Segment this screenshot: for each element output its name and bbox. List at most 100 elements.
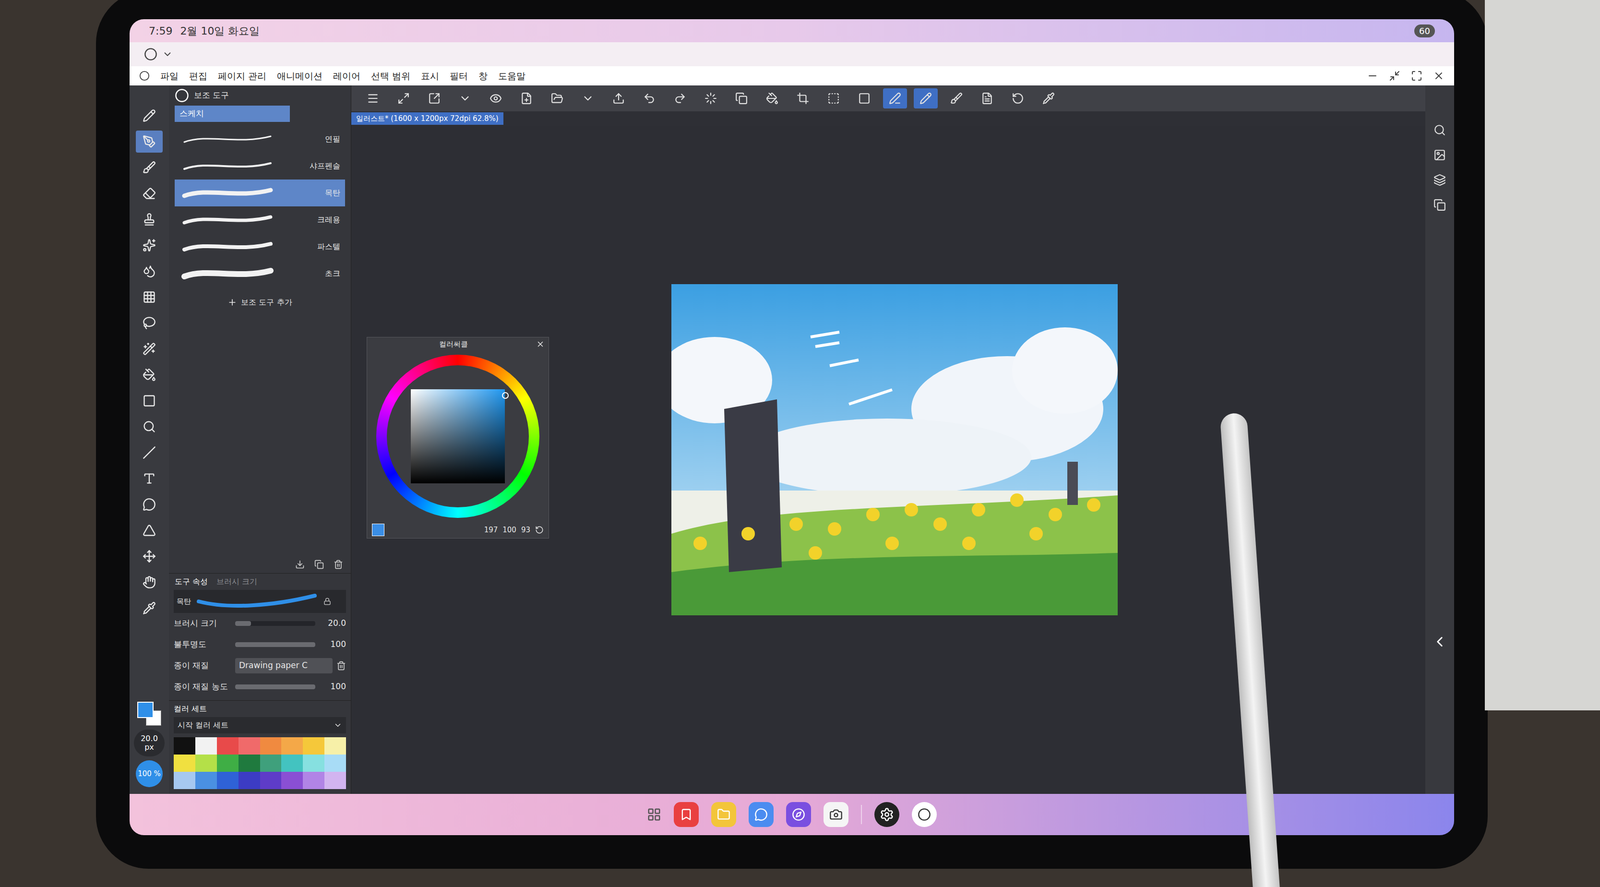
tool-button[interactable] — [135, 337, 163, 360]
color-swatch[interactable] — [195, 754, 217, 772]
color-swatch[interactable] — [302, 737, 325, 755]
toolbar-button[interactable] — [545, 88, 570, 109]
property-field[interactable]: Drawing paper C — [235, 657, 333, 674]
tool-button[interactable] — [135, 441, 163, 464]
menu-item[interactable]: 창 — [478, 69, 488, 84]
sub-tool-item[interactable]: 목탄 — [174, 179, 346, 207]
menu-item[interactable]: 편집 — [189, 69, 208, 84]
sub-tool-item[interactable]: 샤프펜슬 — [174, 152, 346, 180]
app-icon[interactable] — [673, 801, 699, 827]
close-icon[interactable] — [536, 339, 545, 349]
property-slider[interactable] — [235, 684, 316, 690]
picker-dot[interactable] — [501, 392, 509, 399]
toolbar-button[interactable] — [913, 88, 938, 109]
tool-button[interactable] — [135, 311, 163, 335]
saturation-square[interactable] — [410, 389, 505, 484]
app-logo-icon[interactable] — [143, 47, 158, 61]
color-chips[interactable] — [137, 701, 162, 726]
color-swatch[interactable] — [173, 771, 196, 789]
color-set-select[interactable]: 시작 컬러 세트 — [173, 716, 347, 734]
tool-button[interactable] — [135, 467, 163, 490]
layer-icon[interactable] — [1433, 173, 1446, 187]
menu-item[interactable]: 도움말 — [498, 69, 526, 84]
menu-item[interactable]: 선택 범위 — [370, 69, 411, 84]
toolbar-button[interactable] — [1005, 88, 1030, 109]
toolbar-button[interactable] — [575, 88, 600, 109]
toolbar-button[interactable] — [391, 88, 416, 109]
image-icon[interactable] — [1433, 148, 1446, 162]
menu-item[interactable]: 애니메이션 — [276, 69, 323, 84]
opacity-status[interactable]: 100 % — [135, 760, 163, 788]
download-icon[interactable] — [295, 559, 305, 570]
toolbar-button[interactable] — [637, 88, 662, 109]
toolbar-button[interactable] — [422, 88, 447, 109]
color-swatch[interactable] — [238, 737, 261, 755]
color-swatch[interactable] — [302, 754, 325, 772]
current-color[interactable] — [371, 523, 385, 537]
color-swatch[interactable] — [238, 771, 261, 789]
color-swatch[interactable] — [173, 754, 196, 772]
toolbar-button[interactable] — [944, 88, 969, 109]
tool-button[interactable] — [135, 104, 163, 127]
color-swatch[interactable] — [281, 737, 303, 755]
tool-button[interactable] — [135, 182, 163, 205]
toolbar-button[interactable] — [790, 88, 815, 109]
color-swatch[interactable] — [195, 771, 217, 789]
property-slider[interactable] — [235, 642, 316, 647]
panel-tab[interactable]: 도구 속성 — [174, 575, 208, 588]
property-row[interactable]: 브러시 크기20.0 — [168, 612, 351, 634]
color-swatch[interactable] — [216, 737, 239, 755]
lock-icon[interactable] — [323, 597, 332, 606]
tool-button[interactable] — [135, 519, 163, 542]
tool-button[interactable] — [135, 597, 163, 620]
sub-tool-group-tab[interactable]: 스케치 — [174, 105, 290, 122]
color-swatch[interactable] — [216, 771, 239, 789]
tool-button[interactable] — [135, 545, 163, 568]
toolbar-button[interactable] — [883, 88, 908, 109]
app-icon[interactable] — [874, 801, 900, 827]
toolbar-button[interactable] — [1036, 88, 1061, 109]
trash-icon[interactable] — [333, 559, 344, 570]
sub-tool-item[interactable]: 파스텔 — [174, 233, 346, 261]
toolbar-button[interactable] — [698, 88, 723, 109]
canvas-tab[interactable]: 일러스트* (1600 x 1200px 72dpi 62.8%) — [351, 112, 504, 126]
toolbar-button[interactable] — [668, 88, 693, 109]
tool-button[interactable] — [135, 389, 163, 412]
hue-ring[interactable] — [376, 354, 540, 518]
toolbar-button[interactable] — [821, 88, 846, 109]
property-row[interactable]: 불투명도100 — [168, 633, 351, 656]
hsv-value[interactable]: 93 — [521, 524, 531, 536]
minimize-icon[interactable] — [1366, 70, 1379, 82]
property-slider[interactable] — [235, 620, 316, 626]
tool-button[interactable] — [135, 415, 163, 438]
app-icon[interactable] — [911, 801, 937, 827]
menu-item[interactable]: 페이지 관리 — [217, 69, 267, 84]
toolbar-button[interactable] — [606, 88, 631, 109]
color-swatch[interactable] — [281, 754, 303, 772]
main-color[interactable] — [137, 701, 154, 718]
property-row[interactable]: 종이 재질 농도100 — [168, 676, 351, 698]
menu-item[interactable]: 파일 — [160, 69, 179, 84]
color-swatch[interactable] — [238, 754, 261, 772]
app-logo-icon[interactable] — [139, 70, 150, 82]
color-swatch[interactable] — [302, 771, 325, 789]
property-value[interactable]: 100 — [319, 638, 347, 651]
toolbar-button[interactable] — [852, 88, 877, 109]
app-icon[interactable] — [823, 801, 849, 827]
mode-icon[interactable] — [535, 525, 544, 535]
toolbar-button[interactable] — [729, 88, 754, 109]
color-swatch[interactable] — [260, 737, 282, 755]
color-swatch[interactable] — [195, 737, 217, 755]
tool-button[interactable] — [135, 234, 163, 257]
tool-button[interactable] — [135, 260, 163, 283]
sub-tool-item[interactable]: 연필 — [174, 125, 346, 153]
toolbar-button[interactable] — [453, 88, 478, 109]
property-row[interactable]: 종이 재질Drawing paper C — [168, 655, 351, 677]
fullscreen-icon[interactable] — [1410, 70, 1423, 82]
color-swatch[interactable] — [324, 754, 347, 772]
hsv-value[interactable]: 100 — [502, 524, 517, 536]
tool-button[interactable] — [135, 130, 163, 153]
toolbar-button[interactable] — [975, 88, 1000, 109]
trash-icon[interactable] — [336, 660, 347, 671]
tool-button[interactable] — [135, 156, 163, 179]
